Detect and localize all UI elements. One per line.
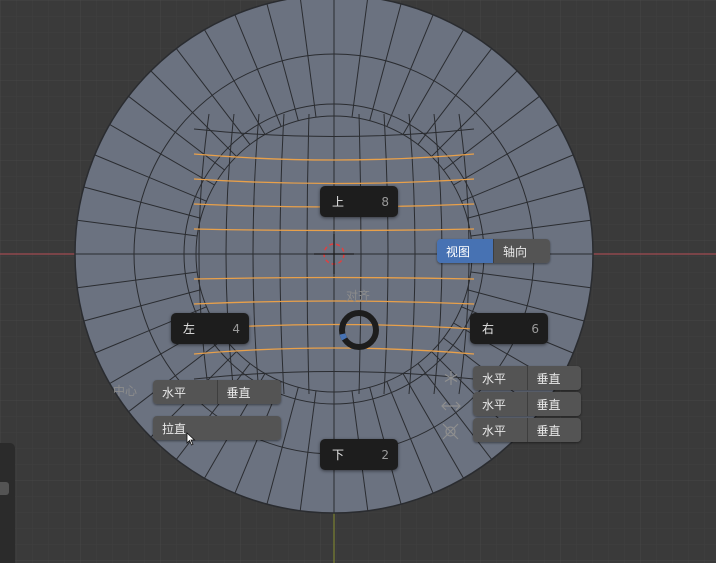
- axis-option[interactable]: 轴向: [494, 239, 550, 263]
- right-row-1-horizontal[interactable]: 水平: [473, 366, 528, 390]
- center-horizontal-option[interactable]: 水平: [153, 380, 218, 404]
- pie-right-button[interactable]: 右 6: [470, 313, 548, 344]
- pie-top-label: 上: [332, 195, 345, 209]
- right-row-1-toggle[interactable]: 水平 垂直: [473, 366, 581, 390]
- snowflake-icon: [444, 371, 458, 385]
- pie-bottom-button[interactable]: 下 2: [320, 439, 398, 470]
- view-axis-toggle[interactable]: 视图 轴向: [437, 239, 550, 263]
- align-label: 对齐: [346, 289, 371, 303]
- 3d-viewport[interactable]: [0, 0, 716, 563]
- center-label: 中心: [113, 384, 138, 398]
- pie-left-key: 4: [232, 321, 240, 336]
- pie-left-label: 左: [183, 322, 196, 336]
- center-vertical-option[interactable]: 垂直: [217, 380, 281, 404]
- arrows-horizontal-icon: [441, 401, 461, 411]
- pie-bottom-label: 下: [332, 448, 345, 462]
- pie-direction-indicator: [339, 310, 379, 350]
- right-row-3-toggle[interactable]: 水平 垂直: [473, 418, 581, 442]
- right-row-3-horizontal[interactable]: 水平: [473, 418, 528, 442]
- pie-top-key: 8: [381, 194, 389, 209]
- right-options-stack: 水平 垂直 水平 垂直 水平 垂直: [473, 366, 581, 444]
- straighten-button[interactable]: 拉直: [153, 416, 281, 440]
- pie-top-button[interactable]: 上 8: [320, 186, 398, 217]
- pie-left-button[interactable]: 左 4: [171, 313, 249, 344]
- center-hv-toggle[interactable]: 水平 垂直: [153, 380, 281, 404]
- left-side-panel[interactable]: [0, 443, 15, 563]
- straighten-label: 拉直: [153, 416, 281, 440]
- right-row-2-horizontal[interactable]: 水平: [473, 392, 528, 416]
- right-row-1-vertical[interactable]: 垂直: [527, 366, 581, 390]
- view-option[interactable]: 视图: [437, 239, 494, 263]
- target-icon: [442, 423, 459, 440]
- mouse-cursor-icon: [186, 432, 196, 446]
- panel-checkbox[interactable]: [0, 482, 9, 495]
- pie-right-label: 右: [482, 322, 495, 336]
- right-row-2-toggle[interactable]: 水平 垂直: [473, 392, 581, 416]
- right-row-2-vertical[interactable]: 垂直: [527, 392, 581, 416]
- right-row-3-vertical[interactable]: 垂直: [527, 418, 581, 442]
- pie-bottom-key: 2: [381, 447, 389, 462]
- pie-right-key: 6: [531, 321, 539, 336]
